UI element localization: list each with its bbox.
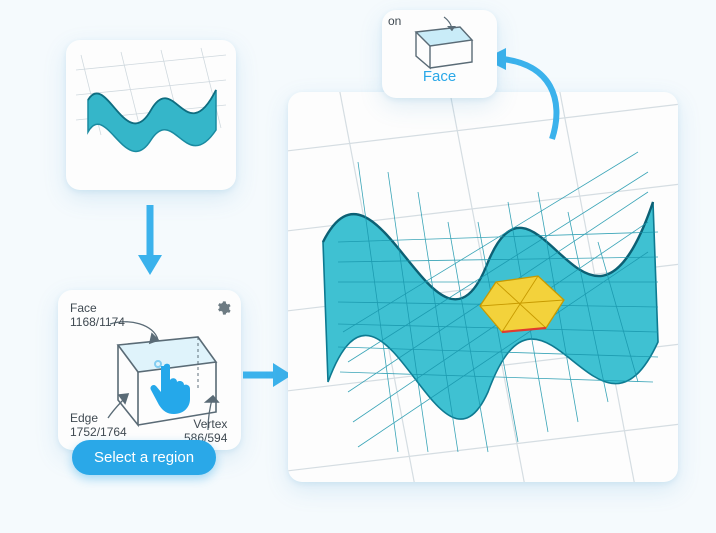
tap-hand-icon [146,358,192,419]
right-arrow-icon [240,360,295,395]
face-popup-partial-text: on [388,14,401,28]
down-arrow-icon [135,200,165,285]
face-popup-cube-icon [398,14,482,70]
edge-label: Edge [70,412,127,426]
face-label: Face [70,302,125,316]
select-region-tooltip: Select a region [72,440,216,475]
face-popup-label: Face [423,68,456,85]
edge-count: 1752/1764 [70,426,127,440]
face-count: 1168/1174 [70,316,125,330]
tooltip-text: Select a region [94,449,194,466]
main-viewport-panel[interactable] [288,92,678,482]
wireframe-surface-graphic [288,92,678,482]
mesh-selector-panel[interactable]: Face 1168/1174 Edge 1752/1764 Vertex 586… [58,290,241,450]
surface-preview-graphic [66,40,236,190]
vertex-label: Vertex [184,418,227,432]
surface-preview-panel [66,40,236,190]
face-popup-panel[interactable]: on Face [382,10,497,98]
